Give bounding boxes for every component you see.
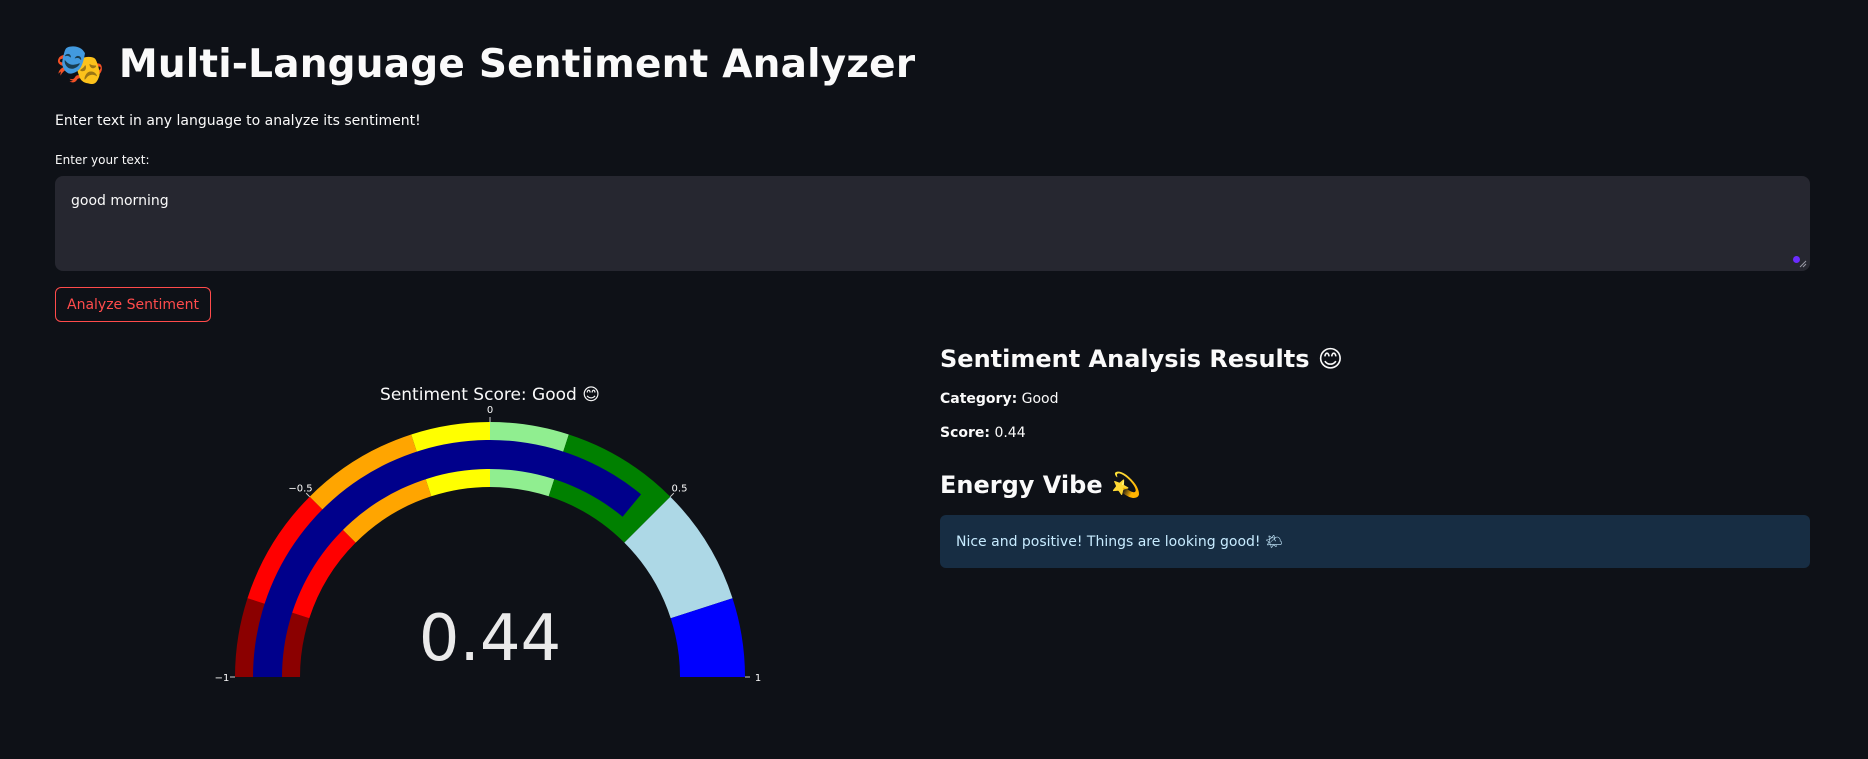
energy-message: Nice and positive! Things are looking go…: [956, 533, 1283, 550]
text-input[interactable]: good morning: [55, 176, 1810, 271]
page-subtitle: Enter text in any language to analyze it…: [55, 113, 421, 129]
gauge-tick-label-3: 0.5: [672, 483, 688, 494]
energy-heading: Energy Vibe 💫: [940, 471, 1141, 499]
page-title: Multi-Language Sentiment Analyzer: [118, 42, 916, 87]
app-root: 🎭 Multi-Language Sentiment Analyzer Ente…: [0, 0, 1868, 759]
text-input-value: good morning: [71, 193, 169, 209]
sentiment-gauge: Sentiment Score: Good 😊 −1 −0.5 0 0.5 1 0.44: [205, 375, 775, 695]
gauge-tick-label-2: 0: [487, 405, 493, 416]
gauge-tick-label-0: −1: [215, 673, 230, 684]
energy-message-box: Nice and positive! Things are looking go…: [940, 515, 1810, 568]
score-label: Score:: [940, 425, 990, 441]
category-label: Category:: [940, 391, 1018, 407]
category-line: Category: Good: [940, 391, 1810, 407]
theater-masks-icon: 🎭: [55, 41, 105, 88]
score-value: 0.44: [994, 425, 1026, 441]
resize-handle-icon[interactable]: [1797, 258, 1807, 268]
gauge-title: Sentiment Score: Good 😊: [380, 385, 600, 405]
results-heading: Sentiment Analysis Results 😊: [940, 345, 1343, 373]
score-line: Score: 0.44: [940, 425, 1810, 441]
results-panel: Sentiment Analysis Results 😊 Category: G…: [940, 345, 1810, 568]
gauge-tick-label-4: 1: [755, 673, 761, 684]
text-input-label: Enter your text:: [55, 153, 150, 167]
gauge-tick-label-1: −0.5: [288, 483, 312, 494]
category-value: Good: [1021, 391, 1059, 407]
analyze-sentiment-button[interactable]: Analyze Sentiment: [55, 287, 211, 322]
gauge-value: 0.44: [419, 602, 562, 676]
title-row: 🎭 Multi-Language Sentiment Analyzer: [55, 42, 915, 87]
gauge-chart: Sentiment Score: Good 😊 −1 −0.5 0 0.5 1 0.44: [215, 385, 762, 684]
